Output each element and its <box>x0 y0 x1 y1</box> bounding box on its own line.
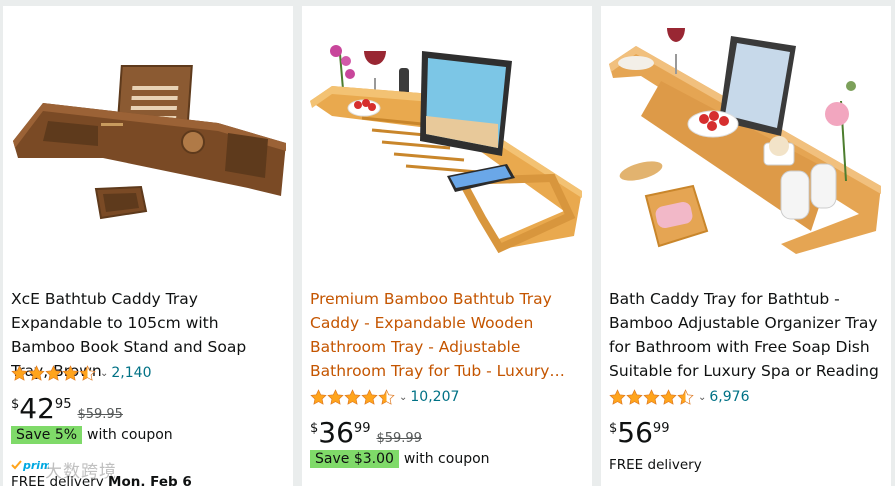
star-icon <box>11 365 28 382</box>
star-icon <box>361 389 378 406</box>
search-results-grid: XcE Bathtub Caddy Tray Expandable to 105… <box>0 0 895 486</box>
product-image[interactable] <box>302 6 592 278</box>
list-price: $59.95 <box>77 407 123 422</box>
star-icon <box>327 389 344 406</box>
coupon-badge[interactable]: Save $3.00 <box>310 450 399 468</box>
coupon-badge[interactable]: Save 5% <box>11 426 83 444</box>
product-price[interactable]: $ 56 99 <box>609 418 669 448</box>
star-rating <box>310 389 395 406</box>
price-currency: $ <box>11 397 20 412</box>
product-image[interactable] <box>601 6 891 278</box>
price-fraction: 99 <box>652 421 670 436</box>
coupon-row[interactable]: Save $3.00 with coupon <box>310 450 490 468</box>
product-price[interactable]: $ 36 99 $59.99 <box>310 418 422 448</box>
star-icon <box>28 365 45 382</box>
star-rating <box>609 389 694 406</box>
list-price: $59.99 <box>376 431 422 446</box>
star-icon <box>643 389 660 406</box>
product-rating[interactable]: ⌄ 2,140 <box>11 363 151 383</box>
price-fraction: 95 <box>54 397 72 412</box>
star-icon <box>609 389 626 406</box>
price-currency: $ <box>310 421 319 436</box>
half-star-icon <box>378 389 395 406</box>
product-price[interactable]: $ 42 95 $59.95 <box>11 394 123 424</box>
review-count-link[interactable]: 6,976 <box>709 389 749 405</box>
price-whole: 36 <box>318 416 354 449</box>
product-card[interactable]: Bath Caddy Tray for Bathtub - Bamboo Adj… <box>601 6 891 486</box>
coupon-text: with coupon <box>403 451 490 467</box>
chevron-down-icon[interactable]: ⌄ <box>399 392 407 403</box>
product-rating[interactable]: ⌄ 10,207 <box>310 387 459 407</box>
chevron-down-icon[interactable]: ⌄ <box>698 392 706 403</box>
coupon-text: with coupon <box>87 427 173 443</box>
price-currency: $ <box>609 421 618 436</box>
product-title[interactable]: Bath Caddy Tray for Bathtub - Bamboo Adj… <box>609 287 884 383</box>
product-title[interactable]: Premium Bamboo Bathtub Tray Caddy - Expa… <box>310 287 585 383</box>
star-icon <box>45 365 62 382</box>
delivery-info: FREE delivery Mon, Feb 6 <box>11 474 192 486</box>
delivery-date: Mon, Feb 6 <box>108 474 192 486</box>
star-icon <box>344 389 361 406</box>
coupon-row[interactable]: Save 5% with coupon <box>11 426 173 444</box>
product-card[interactable]: Premium Bamboo Bathtub Tray Caddy - Expa… <box>302 6 592 486</box>
star-icon <box>626 389 643 406</box>
chevron-down-icon[interactable]: ⌄ <box>100 368 108 379</box>
price-whole: 42 <box>19 392 55 425</box>
star-rating <box>11 365 96 382</box>
delivery-text: FREE delivery <box>11 474 104 486</box>
review-count-link[interactable]: 10,207 <box>410 389 459 405</box>
product-card[interactable]: XcE Bathtub Caddy Tray Expandable to 105… <box>3 6 293 486</box>
delivery-text: FREE delivery <box>609 457 702 473</box>
price-fraction: 99 <box>353 421 371 436</box>
star-icon <box>62 365 79 382</box>
half-star-icon <box>677 389 694 406</box>
product-rating[interactable]: ⌄ 6,976 <box>609 387 749 407</box>
half-star-icon <box>79 365 96 382</box>
delivery-info: FREE delivery <box>609 457 702 473</box>
price-whole: 56 <box>617 416 653 449</box>
star-icon <box>310 389 327 406</box>
prime-badge: prime <box>11 458 49 472</box>
prime-check-icon: prime <box>11 459 49 472</box>
star-icon <box>660 389 677 406</box>
review-count-link[interactable]: 2,140 <box>111 365 151 381</box>
product-image[interactable] <box>3 6 293 278</box>
